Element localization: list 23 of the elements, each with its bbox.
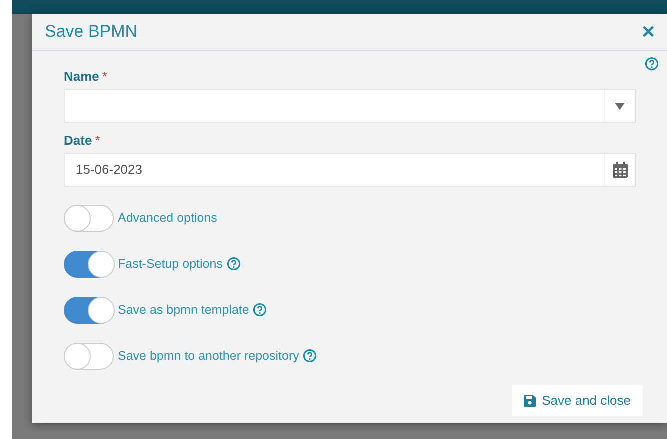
dialog-title: Save BPMN xyxy=(45,22,138,42)
toggle-label: Save bpmn to another repository xyxy=(118,349,300,363)
date-field[interactable]: 15-06-2023 xyxy=(64,153,636,187)
toggle-switch[interactable] xyxy=(64,342,114,370)
calendar-icon[interactable] xyxy=(612,162,628,178)
dropdown-caret-icon[interactable] xyxy=(615,102,625,110)
save-and-close-button[interactable]: Save and close xyxy=(512,385,643,416)
toggle-switch[interactable] xyxy=(64,296,114,324)
toggle-label: Advanced options xyxy=(118,211,218,225)
toggle-label: Fast-Setup options xyxy=(118,257,223,271)
field-label: Name xyxy=(64,69,100,84)
close-button[interactable]: × xyxy=(642,21,655,43)
toggle-switch[interactable] xyxy=(64,250,114,278)
required-mark: * xyxy=(95,133,100,148)
help-icon[interactable] xyxy=(303,349,318,363)
toggle-label: Save as bpmn template xyxy=(118,303,250,317)
field-label: Date xyxy=(64,133,92,148)
help-icon[interactable] xyxy=(253,303,268,317)
toggle-switch[interactable] xyxy=(64,204,114,232)
select-field[interactable] xyxy=(64,89,636,123)
help-icon[interactable] xyxy=(645,57,659,71)
required-mark: * xyxy=(102,69,108,84)
help-icon[interactable] xyxy=(226,257,241,271)
